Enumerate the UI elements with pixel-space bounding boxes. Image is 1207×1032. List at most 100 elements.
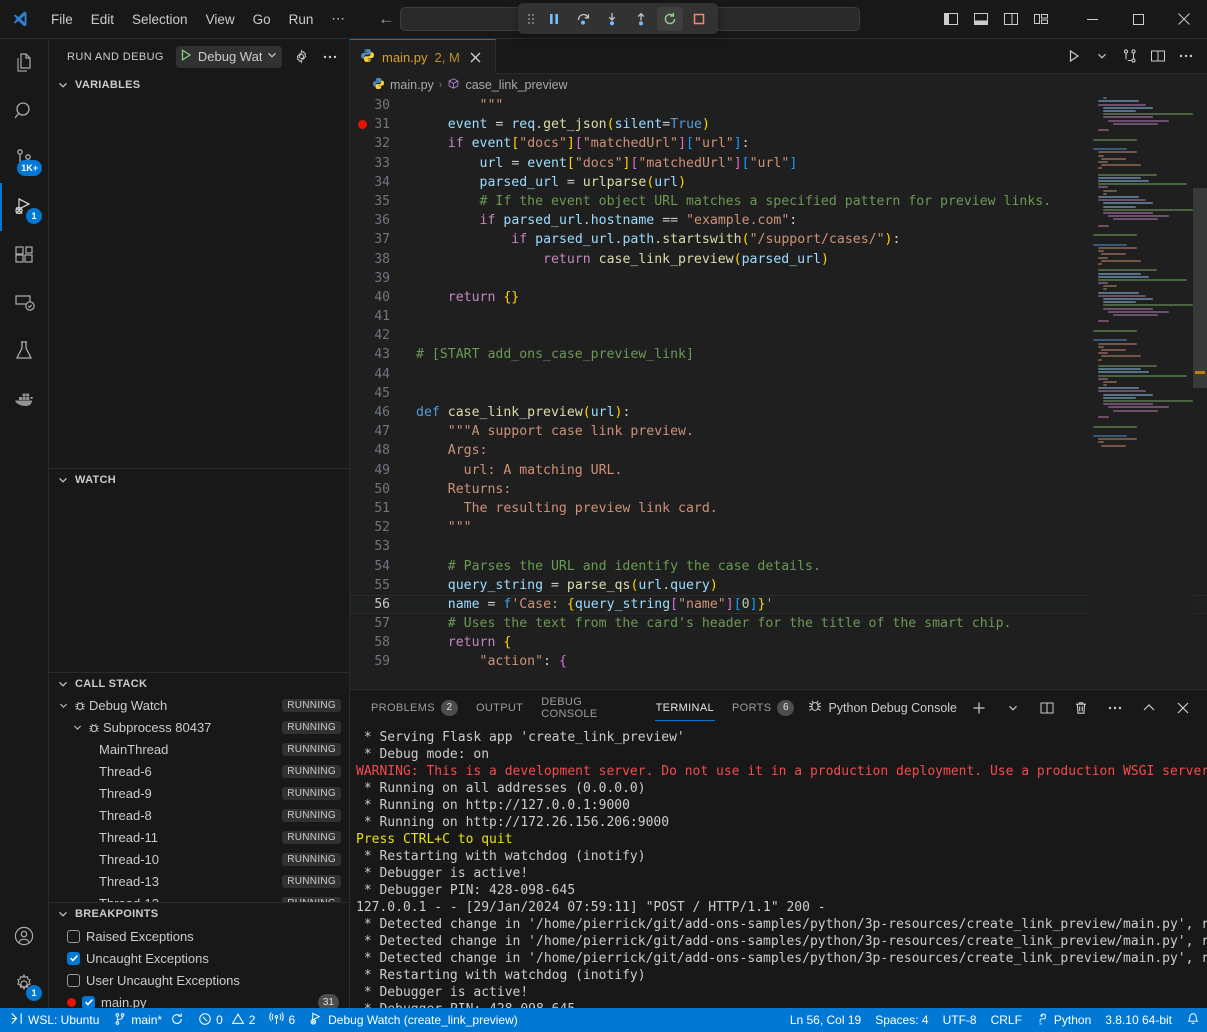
breadcrumb-file[interactable]: main.py — [390, 78, 434, 92]
line-number[interactable]: 44 — [350, 365, 412, 384]
chevron-down-icon[interactable] — [55, 700, 71, 711]
code-line[interactable]: 54 # Parses the URL and identify the cas… — [350, 557, 1207, 576]
code-line[interactable]: 39 — [350, 269, 1207, 288]
split-terminal-icon[interactable] — [1031, 695, 1063, 721]
activity-docker[interactable] — [0, 375, 48, 423]
minimize-button[interactable] — [1069, 0, 1115, 38]
line-number[interactable]: 59 — [350, 652, 412, 671]
line-number[interactable]: 30 — [350, 96, 412, 115]
call-stack-row[interactable]: Thread-13RUNNING — [49, 871, 349, 893]
code-line[interactable]: 43# [START add_ons_case_preview_link] — [350, 345, 1207, 364]
code-line[interactable]: 35 # If the event object URL matches a s… — [350, 192, 1207, 211]
activity-source-control[interactable]: 1K+ — [0, 135, 48, 183]
line-number[interactable]: 57 — [350, 614, 412, 633]
close-panel-icon[interactable] — [1167, 695, 1199, 721]
toggle-secondary-sidebar-icon[interactable] — [997, 6, 1025, 32]
breakpoint-row[interactable]: main.py31 — [49, 991, 349, 1008]
activity-accounts[interactable] — [0, 912, 48, 960]
run-dropdown-chevron-icon[interactable] — [1089, 43, 1115, 69]
panel-tab-terminal[interactable]: TERMINAL — [647, 690, 723, 725]
status-language-mode[interactable]: Python — [1029, 1008, 1098, 1032]
breakpoint-checkbox[interactable] — [67, 952, 80, 965]
status-branch[interactable]: main* — [106, 1008, 191, 1032]
call-stack-row[interactable]: Thread-6RUNNING — [49, 761, 349, 783]
code-line[interactable]: 57 # Uses the text from the card's heade… — [350, 614, 1207, 633]
line-number[interactable]: 45 — [350, 384, 412, 403]
code-line[interactable]: 41 — [350, 307, 1207, 326]
line-number[interactable]: 53 — [350, 537, 412, 556]
line-number[interactable]: 39 — [350, 269, 412, 288]
line-number[interactable]: 48 — [350, 441, 412, 460]
call-stack-row[interactable]: Thread-9RUNNING — [49, 783, 349, 805]
code-line[interactable]: 52 """ — [350, 518, 1207, 537]
editor-more-actions-icon[interactable] — [1173, 43, 1199, 69]
line-number[interactable]: 33 — [350, 154, 412, 173]
debug-step-over-button[interactable] — [570, 7, 596, 31]
call-stack-row[interactable]: Thread-12RUNNING — [49, 893, 349, 902]
activity-explorer[interactable] — [0, 39, 48, 87]
code-line[interactable]: 36 if parsed_url.hostname == "example.co… — [350, 211, 1207, 230]
breakpoint-row[interactable]: Raised Exceptions — [49, 925, 349, 947]
debug-stop-button[interactable] — [686, 7, 712, 31]
breakpoint-checkbox[interactable] — [67, 974, 80, 987]
launch-config-selector[interactable]: Debug Wat — [176, 46, 283, 68]
minimap[interactable] — [1089, 96, 1193, 689]
split-editor-icon[interactable] — [1145, 43, 1171, 69]
line-number[interactable]: 38 — [350, 250, 412, 269]
activity-run-and-debug[interactable]: 1 — [0, 183, 48, 231]
debug-restart-button[interactable] — [657, 7, 683, 31]
code-line[interactable]: 50 Returns: — [350, 480, 1207, 499]
status-indentation[interactable]: Spaces: 4 — [868, 1008, 935, 1032]
debug-step-into-button[interactable] — [599, 7, 625, 31]
code-editor[interactable]: 30 """31 event = req.get_json(silent=Tru… — [350, 96, 1207, 689]
maximize-button[interactable] — [1115, 0, 1161, 38]
status-interpreter[interactable]: 3.8.10 64-bit — [1098, 1008, 1179, 1032]
kill-terminal-trash-icon[interactable] — [1065, 695, 1097, 721]
status-ports[interactable]: 6 — [262, 1008, 302, 1032]
panel-tab-debug-console[interactable]: DEBUG CONSOLE — [532, 690, 646, 725]
activity-testing[interactable] — [0, 327, 48, 375]
code-line[interactable]: 46def case_link_preview(url): — [350, 403, 1207, 422]
menu-selection[interactable]: Selection — [123, 9, 197, 30]
call-stack-row[interactable]: Subprocess 80437RUNNING — [49, 717, 349, 739]
maximize-panel-icon[interactable] — [1133, 695, 1165, 721]
go-back-icon[interactable]: ← — [378, 9, 395, 29]
line-number[interactable]: 34 — [350, 173, 412, 192]
code-line[interactable]: 47 """A support case link preview. — [350, 422, 1207, 441]
menu-view[interactable]: View — [197, 9, 244, 30]
tab-main-py[interactable]: main.py 2, M — [350, 39, 496, 74]
scrollbar-thumb[interactable] — [1193, 188, 1207, 388]
editor-vertical-scrollbar[interactable] — [1193, 96, 1207, 689]
section-call-stack[interactable]: CALL STACK — [49, 672, 349, 695]
panel-tab-ports[interactable]: PORTS 6 — [723, 690, 803, 725]
code-line[interactable]: 53 — [350, 537, 1207, 556]
code-line[interactable]: 30 """ — [350, 96, 1207, 115]
code-line[interactable]: 59 "action": { — [350, 652, 1207, 671]
line-number[interactable]: 51 — [350, 499, 412, 518]
code-line[interactable]: 40 return {} — [350, 288, 1207, 307]
line-number[interactable]: 31 — [350, 115, 412, 134]
breakpoint-checkbox[interactable] — [82, 996, 95, 1008]
status-cursor-position[interactable]: Ln 56, Col 19 — [783, 1008, 868, 1032]
section-watch[interactable]: WATCH — [49, 468, 349, 491]
status-eol[interactable]: CRLF — [984, 1008, 1029, 1032]
code-line[interactable]: 48 Args: — [350, 441, 1207, 460]
line-number[interactable]: 32 — [350, 134, 412, 153]
status-encoding[interactable]: UTF-8 — [936, 1008, 984, 1032]
menu-edit[interactable]: Edit — [82, 9, 123, 30]
activity-manage-settings[interactable]: 1 — [0, 960, 48, 1008]
code-line[interactable]: 45 — [350, 384, 1207, 403]
line-number[interactable]: 58 — [350, 633, 412, 652]
sidebar-more-actions-icon[interactable] — [320, 46, 341, 68]
debug-pause-button[interactable] — [541, 7, 567, 31]
panel-more-actions-icon[interactable] — [1099, 695, 1131, 721]
breadcrumb-symbol[interactable]: case_link_preview — [465, 78, 567, 92]
code-line[interactable]: 33 url = event["docs"]["matchedUrl"]["ur… — [350, 154, 1207, 173]
line-number[interactable]: 43 — [350, 345, 412, 364]
section-variables[interactable]: VARIABLES — [49, 74, 349, 96]
line-number[interactable]: 55 — [350, 576, 412, 595]
breakpoint-dot-icon[interactable] — [358, 120, 367, 129]
activity-search[interactable] — [0, 87, 48, 135]
line-number[interactable]: 37 — [350, 230, 412, 249]
panel-tab-problems[interactable]: PROBLEMS 2 — [362, 690, 467, 725]
